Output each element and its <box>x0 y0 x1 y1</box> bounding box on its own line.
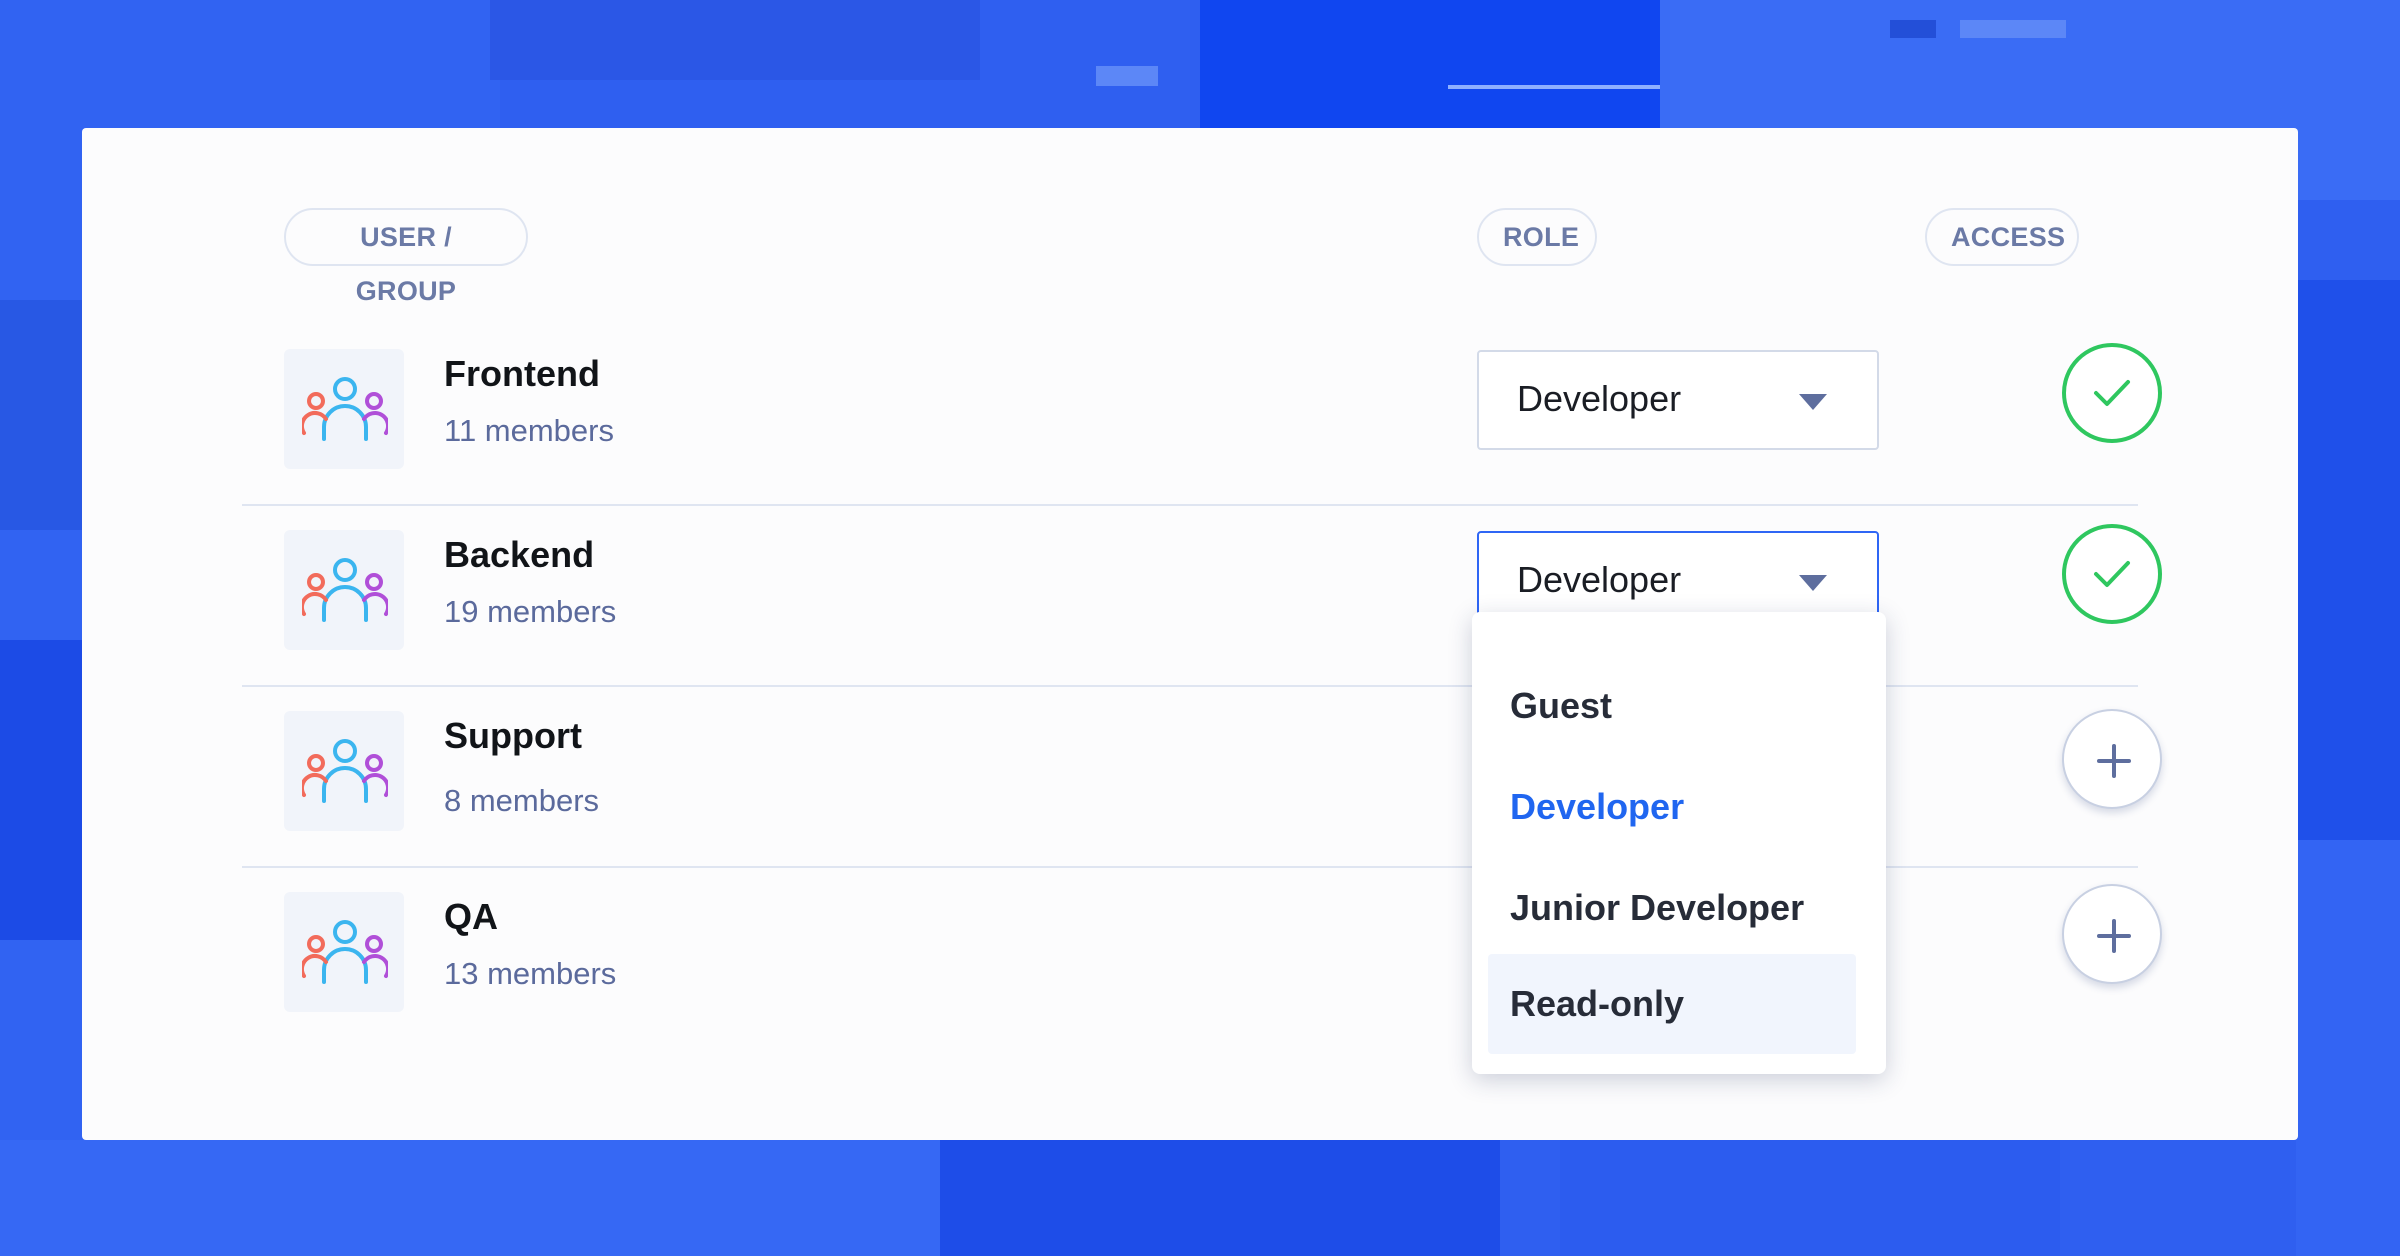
users-group-icon <box>302 920 388 984</box>
check-icon <box>2094 380 2130 406</box>
background-paint <box>1200 0 1660 128</box>
background-dash <box>1890 20 1936 38</box>
access-add-support[interactable] <box>2062 709 2162 809</box>
dropdown-option-developer[interactable]: Developer <box>1488 757 1856 857</box>
dropdown-option-junior-developer[interactable]: Junior Developer <box>1488 858 1856 958</box>
background-paint <box>2296 280 2400 840</box>
group-member-count: 19 members <box>444 594 617 629</box>
caret-down-icon <box>1799 575 1827 591</box>
background-dash <box>1960 20 2066 38</box>
check-icon <box>2094 561 2130 587</box>
background-paint <box>0 300 82 530</box>
dropdown-option-read-only[interactable]: Read-only <box>1488 954 1856 1054</box>
group-name: QA <box>444 896 498 937</box>
avatar <box>284 711 404 831</box>
access-toggle-frontend[interactable] <box>2062 343 2162 443</box>
permissions-card: USER / GROUP ROLE ACCESS Frontend 11 mem… <box>82 128 2298 1140</box>
access-toggle-backend[interactable] <box>2062 524 2162 624</box>
column-header-role[interactable]: ROLE <box>1477 208 1597 266</box>
plus-icon <box>2097 919 2131 953</box>
plus-icon <box>2097 744 2131 778</box>
group-member-count: 11 members <box>444 413 614 448</box>
group-member-count: 8 members <box>444 783 600 818</box>
group-name: Frontend <box>444 353 600 394</box>
background-paint <box>0 640 82 940</box>
users-group-icon <box>302 558 388 622</box>
background-dash <box>1096 66 1158 86</box>
caret-down-icon <box>1799 394 1827 410</box>
role-select-frontend[interactable]: Developer <box>1477 350 1879 450</box>
background-paint <box>490 0 980 80</box>
background-line <box>1448 85 1660 89</box>
dropdown-option-guest[interactable]: Guest <box>1488 656 1856 756</box>
role-dropdown-menu: Guest Developer Junior Developer Read-on… <box>1472 612 1886 1074</box>
column-header-user-group[interactable]: USER / GROUP <box>284 208 528 306</box>
access-add-qa[interactable] <box>2062 884 2162 984</box>
avatar <box>284 892 404 1012</box>
background-paint <box>1560 1140 2060 1256</box>
table-row-frontend: Frontend 11 members Developer <box>242 325 2162 506</box>
avatar <box>284 349 404 469</box>
role-select-value: Developer <box>1517 378 1682 419</box>
group-member-count: 13 members <box>444 956 617 991</box>
background-paint <box>940 1140 1500 1256</box>
background-paint <box>0 1140 940 1256</box>
group-name: Support <box>444 715 582 756</box>
users-group-icon <box>302 739 388 803</box>
group-name: Backend <box>444 534 595 575</box>
users-group-icon <box>302 377 388 441</box>
column-header-access[interactable]: ACCESS <box>1925 208 2079 266</box>
role-select-value: Developer <box>1517 559 1682 600</box>
avatar <box>284 530 404 650</box>
background-paint <box>2296 840 2400 1256</box>
